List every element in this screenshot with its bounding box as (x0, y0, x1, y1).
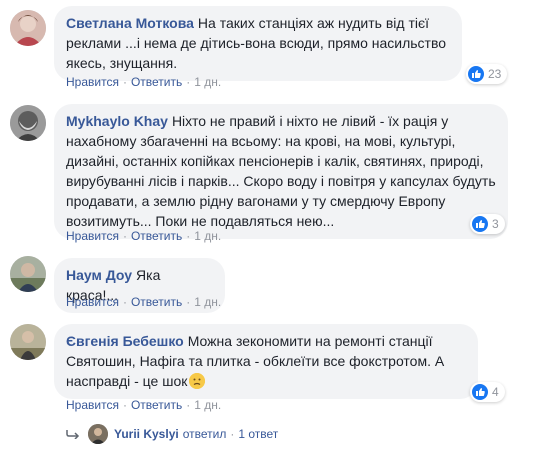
worried-emoji-icon (189, 373, 206, 389)
reaction-number: 23 (488, 67, 502, 81)
reply-action: ответил (182, 427, 227, 441)
comment-bubble: Светлана Моткова На таких станціях аж нуд… (54, 6, 462, 81)
thumbs-up-icon (472, 384, 488, 400)
avatar[interactable] (10, 10, 46, 46)
comment-actions: Нравится · Ответить · 1 дн. (66, 74, 221, 90)
comment-bubble: Mykhaylo Khay Ніхто не правий і ніхто не … (54, 104, 508, 239)
reply-link[interactable]: Ответить (131, 295, 182, 309)
separator: · (122, 229, 127, 243)
separator: · (122, 75, 127, 89)
thumbs-up-icon (472, 216, 488, 232)
comment-author[interactable]: Євгенія Бебешко (66, 333, 184, 349)
view-replies-link[interactable]: Yurii Kyslyi ответил · 1 ответ (66, 424, 278, 444)
comment-actions: Нравится · Ответить · 1 дн. (66, 294, 221, 310)
like-link[interactable]: Нравится (66, 229, 119, 243)
comment-text: Ніхто не правий і ніхто не лівий - їх ра… (66, 113, 496, 229)
separator: · (186, 295, 191, 309)
comment-actions: Нравится · Ответить · 1 дн. (66, 397, 221, 413)
avatar (88, 424, 108, 444)
separator: · (186, 75, 191, 89)
timestamp[interactable]: 1 дн. (194, 229, 221, 243)
like-link[interactable]: Нравится (66, 398, 119, 412)
avatar[interactable] (10, 105, 46, 141)
comment-bubble: Євгенія Бебешко Можна зекономити на ремон… (54, 324, 478, 399)
timestamp[interactable]: 1 дн. (194, 75, 221, 89)
separator: · (122, 398, 127, 412)
avatar[interactable] (10, 324, 46, 360)
comment-author[interactable]: Mykhaylo Khay (66, 113, 168, 129)
timestamp[interactable]: 1 дн. (194, 398, 221, 412)
reply-author: Yurii Kyslyi (114, 427, 179, 441)
comment-author[interactable]: Светлана Моткова (66, 15, 194, 31)
reply-link[interactable]: Ответить (131, 398, 182, 412)
comment-author[interactable]: Наум Доу (66, 267, 132, 283)
thumbs-up-icon (468, 66, 484, 82)
comment-actions: Нравится · Ответить · 1 дн. (66, 228, 221, 244)
like-link[interactable]: Нравится (66, 75, 119, 89)
separator: · (186, 229, 191, 243)
separator: · (230, 427, 235, 441)
reaction-number: 3 (492, 217, 499, 231)
timestamp[interactable]: 1 дн. (194, 295, 221, 309)
reply-link[interactable]: Ответить (131, 229, 182, 243)
reaction-count[interactable]: 23 (466, 64, 508, 84)
avatar[interactable] (10, 256, 46, 292)
reply-link[interactable]: Ответить (131, 75, 182, 89)
reaction-count[interactable]: 3 (470, 214, 505, 234)
like-link[interactable]: Нравится (66, 295, 119, 309)
separator: · (186, 398, 191, 412)
reply-count: 1 ответ (238, 427, 279, 441)
reaction-number: 4 (492, 385, 499, 399)
separator: · (122, 295, 127, 309)
reply-arrow-icon (66, 430, 80, 439)
reaction-count[interactable]: 4 (470, 382, 505, 402)
